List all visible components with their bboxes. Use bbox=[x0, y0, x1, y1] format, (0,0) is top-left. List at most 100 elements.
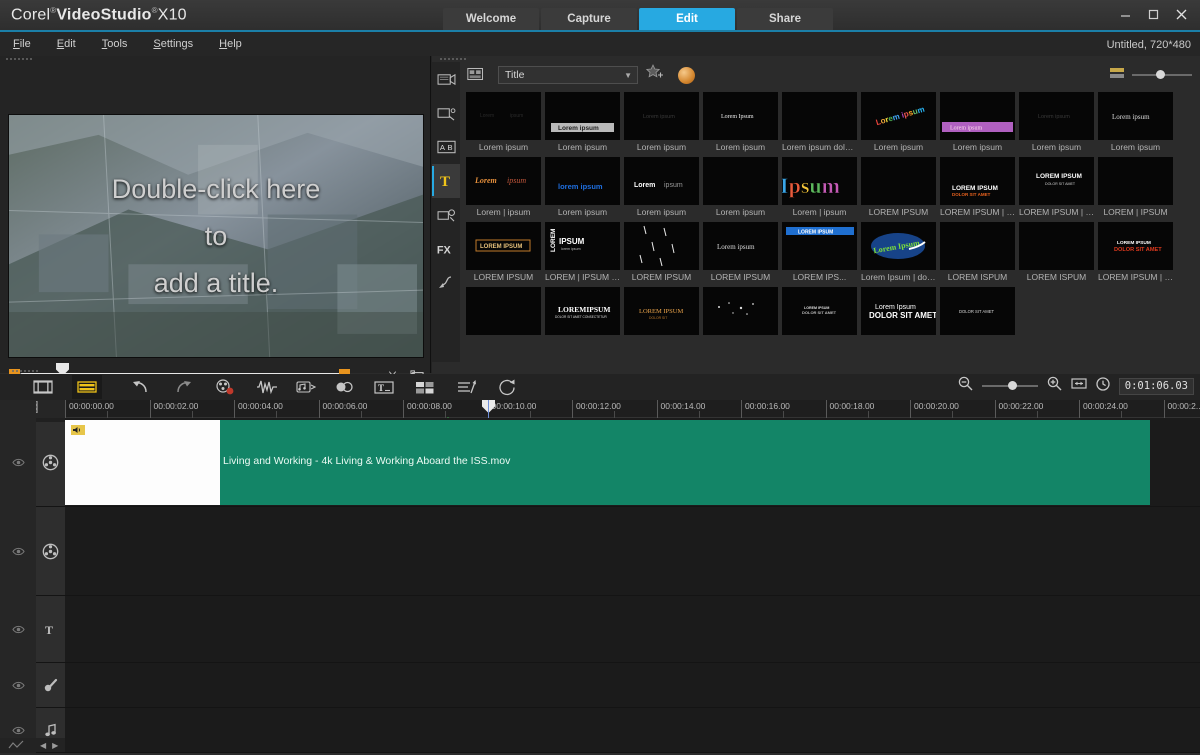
library-item-thumbnail[interactable]: LOREM IPSUMDOLOR SIT AMET bbox=[1019, 157, 1094, 205]
zoom-in-icon[interactable] bbox=[1047, 376, 1062, 396]
gallery-select[interactable]: Title ▼ bbox=[498, 66, 638, 84]
preview-title-placeholder[interactable]: Double-click here to add a title. bbox=[9, 115, 423, 357]
library-item-thumbnail[interactable]: Lorem ipsum bbox=[545, 92, 620, 140]
library-item[interactable]: Lorem ipsum bbox=[703, 157, 778, 219]
library-item[interactable] bbox=[703, 287, 778, 349]
tab-edit[interactable]: Edit bbox=[639, 8, 735, 30]
menu-edit[interactable]: Edit bbox=[44, 31, 89, 57]
subtitle-editor-button[interactable]: T bbox=[369, 375, 399, 399]
library-item[interactable]: LOREM IPSUMDOLOR SIT AMETLOREM IPSUM | D… bbox=[1098, 222, 1173, 284]
library-item[interactable]: LOREM ISPUM bbox=[940, 222, 1015, 284]
record-capture-button[interactable] bbox=[210, 375, 240, 399]
library-item-thumbnail[interactable]: DOLOR SIT AMET bbox=[940, 287, 1015, 335]
library-item[interactable]: LOREM | IPSUM bbox=[1098, 157, 1173, 219]
music-track[interactable] bbox=[65, 708, 1200, 753]
minimize-icon[interactable] bbox=[1112, 4, 1138, 24]
title-track[interactable] bbox=[65, 596, 1200, 663]
library-item[interactable]: LoremipsumLorem | ipsum bbox=[466, 157, 541, 219]
library-item[interactable] bbox=[466, 287, 541, 349]
fit-project-icon[interactable] bbox=[1071, 377, 1087, 395]
instant-project-tab[interactable] bbox=[432, 96, 460, 130]
library-item[interactable]: Lorem IpsumLorem ipsum bbox=[703, 92, 778, 154]
overlay-track[interactable] bbox=[65, 507, 1200, 596]
title-track-icon[interactable]: T bbox=[36, 596, 65, 663]
library-item[interactable]: DOLOR SIT AMET bbox=[940, 287, 1015, 349]
tab-capture[interactable]: Capture bbox=[541, 8, 637, 30]
track-visibility-toggle-3[interactable] bbox=[0, 663, 36, 708]
multicam-editor-button[interactable] bbox=[410, 375, 440, 399]
library-item-thumbnail[interactable]: Lorem ipsum bbox=[1019, 92, 1094, 140]
preview-grip[interactable] bbox=[0, 56, 430, 62]
library-item[interactable]: Lorem ipsumLorem ipsum bbox=[545, 92, 620, 154]
library-item-thumbnail[interactable] bbox=[703, 287, 778, 335]
path-tab[interactable] bbox=[432, 266, 460, 300]
thumbnail-size-slider[interactable] bbox=[1132, 74, 1192, 76]
list-view-icon[interactable] bbox=[1110, 66, 1124, 84]
library-item-thumbnail[interactable]: Lorem Ipsum bbox=[861, 222, 936, 270]
library-item[interactable]: Lorem ipsum dolor sit ... bbox=[782, 92, 857, 154]
project-duration[interactable]: 0:01:06.03 bbox=[1119, 378, 1194, 395]
auto-music-button[interactable] bbox=[291, 375, 321, 399]
add-folder-icon[interactable] bbox=[466, 65, 488, 88]
music-track-icon[interactable] bbox=[36, 708, 65, 753]
close-icon[interactable] bbox=[1168, 4, 1194, 24]
library-item[interactable]: LOREM IPSUM bbox=[624, 222, 699, 284]
library-item[interactable]: Lorem ipsumLorem ipsum bbox=[1019, 92, 1094, 154]
library-item-thumbnail[interactable]: Lorem IpsumDOLOR SIT AMET bbox=[861, 287, 936, 335]
menu-help[interactable]: Help bbox=[206, 31, 255, 57]
library-item-thumbnail[interactable] bbox=[466, 287, 541, 335]
clock-icon[interactable] bbox=[1096, 377, 1110, 396]
library-item-thumbnail[interactable] bbox=[1019, 222, 1094, 270]
timeline-grip[interactable] bbox=[6, 368, 40, 374]
global-assets-icon[interactable] bbox=[678, 67, 695, 84]
library-item-thumbnail[interactable]: Loremipsum bbox=[624, 157, 699, 205]
timeline-ruler[interactable]: 00:00:00.0000:00:02.0000:00:04.0000:00:0… bbox=[65, 400, 1200, 418]
video-track[interactable]: Living and Working - 4k Living & Working… bbox=[65, 418, 1200, 507]
library-item[interactable]: Lorem IpsumDOLOR SIT AMET bbox=[861, 287, 936, 349]
zoom-out-icon[interactable] bbox=[958, 376, 973, 396]
library-item[interactable]: lorem ipsumLorem ipsum bbox=[545, 157, 620, 219]
transition-tab[interactable]: AB bbox=[432, 130, 460, 164]
library-item[interactable]: LOREM IPSUM bbox=[861, 157, 936, 219]
add-to-favorites-icon[interactable] bbox=[646, 64, 664, 86]
library-item-thumbnail[interactable]: lorem ipsum bbox=[545, 157, 620, 205]
library-item[interactable]: LoremipsumLorem ipsum bbox=[624, 157, 699, 219]
library-item-thumbnail[interactable]: LOREMIPSUMlorem ipsum bbox=[545, 222, 620, 270]
library-item[interactable]: LOREMIPSUMDOLOR SIT AMET CONSECTETUR bbox=[545, 287, 620, 349]
preview-screen[interactable]: Double-click here to add a title. bbox=[8, 114, 424, 358]
library-item-thumbnail[interactable]: Lorem ipsum bbox=[624, 92, 699, 140]
library-item-thumbnail[interactable]: Lorem ipsum bbox=[703, 222, 778, 270]
library-item[interactable]: LOREM IPSUMDOLOR SIT AMETLOREM IPSUM | D… bbox=[1019, 157, 1094, 219]
library-item[interactable]: Lorem ipsumLorem ipsum bbox=[624, 92, 699, 154]
library-item[interactable]: LOREM IPSUMDOLOR SIT AMET bbox=[782, 287, 857, 349]
video-track-icon[interactable] bbox=[36, 418, 65, 507]
library-item-thumbnail[interactable]: LOREMIPSUMDOLOR SIT AMET CONSECTETUR bbox=[545, 287, 620, 335]
library-item[interactable]: LOREM IPSUMDOLOR SIT AMETLOREM IPSUM | D… bbox=[940, 157, 1015, 219]
menu-file[interactable]: File bbox=[0, 31, 44, 57]
graphic-tab[interactable] bbox=[432, 198, 460, 232]
library-item[interactable]: IpsumLorem | ipsum bbox=[782, 157, 857, 219]
library-item-thumbnail[interactable] bbox=[703, 157, 778, 205]
library-item[interactable]: LoremipsumLorem ipsum bbox=[466, 92, 541, 154]
track-visibility-toggle-2[interactable] bbox=[0, 596, 36, 663]
library-item-thumbnail[interactable]: Lorem ipsum bbox=[861, 92, 936, 140]
tab-welcome[interactable]: Welcome bbox=[443, 8, 539, 30]
library-item[interactable]: LOREM IPSUMDOLOR SIT bbox=[624, 287, 699, 349]
library-item-thumbnail[interactable]: Loremipsum bbox=[466, 92, 541, 140]
library-item-thumbnail[interactable]: Ipsum bbox=[782, 157, 857, 205]
library-item[interactable]: LOREMIPSUMlorem ipsumLOREM | IPSUM | LO.… bbox=[545, 222, 620, 284]
library-item[interactable]: Lorem ipsumLorem ipsum bbox=[940, 92, 1015, 154]
timeline-clip[interactable]: Living and Working - 4k Living & Working… bbox=[65, 420, 1150, 505]
timeline-zoom-slider[interactable] bbox=[982, 385, 1038, 387]
library-item-thumbnail[interactable]: Lorem ipsum bbox=[1098, 92, 1173, 140]
library-item-thumbnail[interactable] bbox=[861, 157, 936, 205]
overlay-track-icon[interactable] bbox=[36, 507, 65, 596]
voice-track-icon[interactable] bbox=[36, 663, 65, 708]
library-item[interactable]: Lorem ipsumLorem ipsum bbox=[1098, 92, 1173, 154]
redo-button[interactable] bbox=[168, 375, 198, 399]
title-tab[interactable]: T bbox=[432, 164, 460, 198]
library-item-thumbnail[interactable]: LOREM IPSUM bbox=[782, 222, 857, 270]
library-item-thumbnail[interactable]: LOREM IPSUMDOLOR SIT AMET bbox=[1098, 222, 1173, 270]
library-item-thumbnail[interactable] bbox=[940, 222, 1015, 270]
library-item-thumbnail[interactable]: Loremipsum bbox=[466, 157, 541, 205]
